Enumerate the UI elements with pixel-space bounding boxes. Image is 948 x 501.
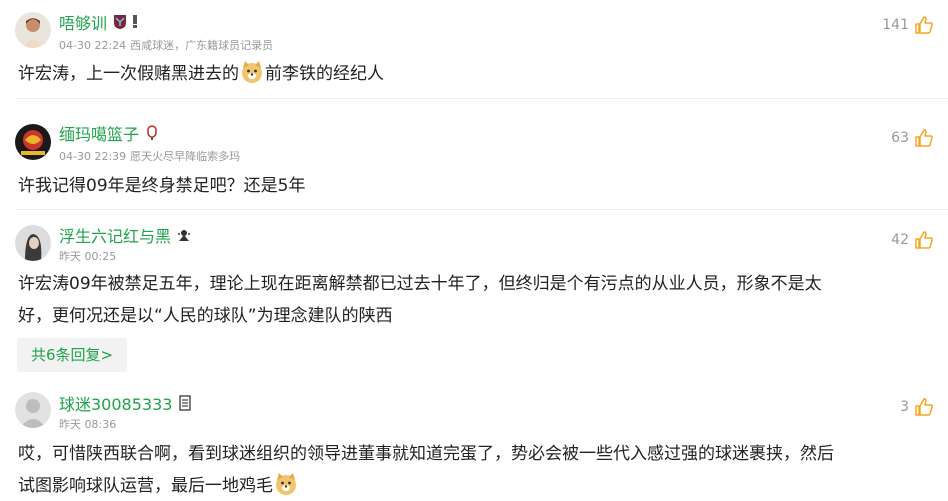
comment-text-part: 前李铁的经纪人 [265, 64, 384, 84]
comment-text-part: 许宏涛，上一次假赌黑进去的 [18, 64, 239, 84]
like-button[interactable]: 63 [891, 126, 934, 150]
avatar[interactable] [15, 124, 51, 160]
comment-text-line: 哎，可惜陕西联合啊，看到球迷组织的领导进董事就知道完蛋了，势必会被一些代入感过强… [18, 444, 834, 464]
like-count: 63 [891, 130, 909, 146]
comment-text: 许我记得09年是终身禁足吧？还是5年 [18, 176, 306, 196]
comment-time: 04-30 22:24 [59, 39, 127, 52]
username[interactable]: 缅玛噶篮子 [59, 121, 139, 145]
comment-text-line: 许宏涛09年被禁足五年，理论上现在距离解禁都已过去十年了，但终归是个有污点的从业… [18, 274, 822, 294]
level-badge-icon [130, 14, 140, 30]
like-count: 141 [882, 17, 909, 33]
avatar[interactable] [15, 12, 51, 48]
comment-time: 昨天 08:36 [59, 418, 117, 431]
comment-meta: 04-30 22:39 愿天火尽早降临索多玛 [59, 148, 244, 164]
comment-time: 04-30 22:39 [59, 150, 127, 163]
comment-item: 缅玛噶篮子 04-30 22:39 愿天火尽早降临索多玛 63 许我记得09年是终… [0, 100, 948, 210]
comment-meta: 04-30 22:24 西咸球迷，广东籍球员记录员 [59, 37, 277, 53]
thumbs-up-icon [914, 230, 934, 250]
avatar[interactable] [15, 225, 51, 261]
comment-feed: 唔够训 04-30 22:24 西咸球迷，广东籍球员记录员 141 许宏涛，上一次… [0, 0, 948, 501]
comment-text: 哎，可惜陕西联合啊，看到球迷组织的领导进董事就知道完蛋了，势必会被一些代入感过强… [18, 438, 920, 501]
like-button[interactable]: 3 [900, 395, 934, 419]
thumbs-up-icon [914, 15, 934, 35]
username[interactable]: 球迷30085333 [59, 391, 172, 415]
comment-item: 球迷30085333 昨天 08:36 3 哎，可惜陕西联合啊，看到球迷组织的领… [0, 375, 948, 501]
club-badge-icon [177, 227, 191, 243]
comment-time: 昨天 00:25 [59, 250, 117, 263]
user-tags: 西咸球迷，广东籍球员记录员 [130, 39, 274, 52]
comment-text-line: 试图影响球队运营，最后一地鸡毛 [18, 470, 920, 501]
comment-text: 许宏涛，上一次假赌黑进去的 前李铁的经纪人 [18, 58, 920, 90]
comment-text-part: 试图影响球队运营，最后一地鸡毛 [18, 476, 273, 496]
like-count: 3 [900, 399, 909, 415]
thumbs-up-icon [914, 128, 934, 148]
like-button[interactable]: 42 [891, 228, 934, 252]
level-badge-icon [178, 395, 192, 411]
comment-text-line: 好，更何况还是以“人民的球队”为理念建队的陕西 [18, 306, 393, 326]
avatar[interactable] [15, 392, 51, 428]
comment-meta: 昨天 00:25 [59, 248, 120, 264]
like-count: 42 [891, 232, 909, 248]
club-badge-icon [113, 14, 127, 30]
thumbs-up-icon [914, 397, 934, 417]
user-tags: 愿天火尽早降临索多玛 [130, 150, 241, 163]
comment-meta: 昨天 08:36 [59, 416, 120, 432]
divider [15, 98, 948, 99]
username[interactable]: 浮生六记红与黑 [59, 223, 171, 247]
view-replies-button[interactable]: 共6条回复> [17, 338, 128, 372]
comment-item: 浮生六记红与黑 昨天 00:25 42 许宏涛09年被禁足五年，理论上现在距离解… [0, 210, 948, 375]
comment-item: 唔够训 04-30 22:24 西咸球迷，广东籍球员记录员 141 许宏涛，上一次… [0, 0, 948, 100]
like-button[interactable]: 141 [882, 13, 934, 37]
club-badge-icon [145, 125, 159, 141]
doge-emoji-icon [274, 472, 298, 496]
username[interactable]: 唔够训 [59, 10, 107, 34]
comment-text: 许宏涛09年被禁足五年，理论上现在距离解禁都已过去十年了，但终归是个有污点的从业… [18, 268, 920, 332]
doge-emoji-icon [240, 60, 264, 84]
